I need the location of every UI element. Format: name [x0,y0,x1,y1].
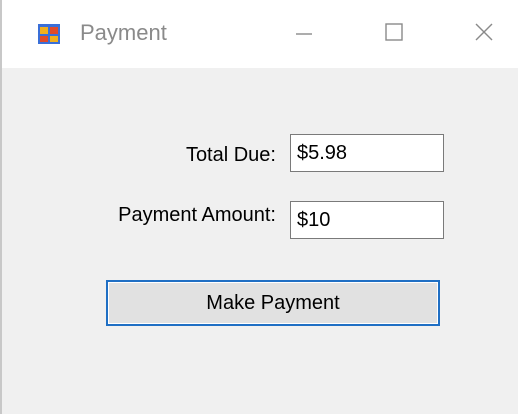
window-title: Payment [80,20,167,45]
payment-window: Payment Total Due: $5.98 Payment Amount:… [0,0,518,414]
close-button[interactable] [454,0,514,68]
make-payment-button[interactable]: Make Payment [106,280,440,326]
close-icon [474,22,494,47]
total-due-label: Total Due: [185,144,276,166]
minimize-icon [294,22,314,47]
payment-amount-field[interactable] [290,201,444,239]
windows-form-icon [38,24,60,44]
minimize-button[interactable] [274,0,334,68]
maximize-icon [384,22,404,47]
title-bar[interactable]: Payment [2,0,518,68]
payment-amount-label: Payment Amount: [118,204,276,226]
total-due-field[interactable] [290,134,444,172]
maximize-button[interactable] [364,0,424,68]
